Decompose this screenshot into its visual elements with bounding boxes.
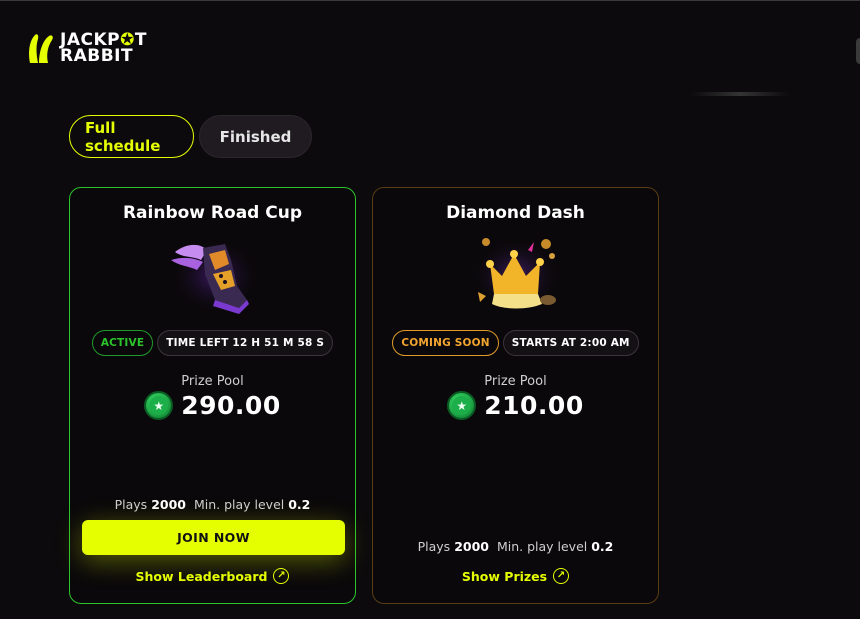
plays-info: Plays 2000 Min. play level 0.2 <box>417 539 614 554</box>
status-badge: COMING SOON <box>392 330 499 356</box>
join-now-button[interactable]: JOIN NOW <box>82 520 345 555</box>
scroll-edge-handle[interactable] <box>856 38 860 64</box>
jackpot-rabbit-logo[interactable]: JACKP✪T RABBIT <box>26 30 147 66</box>
show-leaderboard-link[interactable]: Show Leaderboard ↗ <box>70 568 355 584</box>
prize-pool-label: Prize Pool <box>181 374 244 389</box>
logo-wordmark: JACKP✪T RABBIT <box>60 30 147 66</box>
prize-pool-amount: ★ 210.00 <box>373 391 658 420</box>
show-prizes-link[interactable]: Show Prizes ↗ <box>373 568 658 584</box>
card-badges: ACTIVE TIME LEFT 12 H 51 M 58 S <box>70 330 355 356</box>
arrow-up-right-circle-icon: ↗ <box>553 568 570 584</box>
time-left-badge: TIME LEFT 12 H 51 M 58 S <box>157 330 334 356</box>
tournament-card-rainbow-road-cup: Rainbow Road Cup ACTIVE TIME LEFT 12 H 5… <box>69 187 356 604</box>
card-title: Rainbow Road Cup <box>122 203 303 223</box>
schedule-tabs: Full schedule Finished <box>69 115 312 158</box>
status-badge: ACTIVE <box>91 330 154 356</box>
link-label: Show Prizes <box>461 568 548 584</box>
prize-value: 290.00 <box>181 391 281 420</box>
header-glow <box>690 92 790 96</box>
prize-pool-label: Prize Pool <box>484 374 547 389</box>
prize-value: 210.00 <box>484 391 584 420</box>
starts-at-badge: STARTS AT 2:00 AM <box>502 330 639 356</box>
link-label: Show Leaderboard <box>135 568 268 584</box>
tournament-card-diamond-dash: Diamond Dash COMING SOON STARTS AT 2:00 … <box>372 187 659 604</box>
prize-pool-amount: ★ 290.00 <box>70 391 355 420</box>
tab-full-schedule[interactable]: Full schedule <box>69 115 194 158</box>
plays-info: Plays 2000 Min. play level 0.2 <box>114 497 311 512</box>
card-title: Diamond Dash <box>446 203 585 223</box>
tab-finished[interactable]: Finished <box>199 115 312 158</box>
arrow-up-right-circle-icon: ↗ <box>273 568 290 584</box>
golden-crown-icon <box>469 236 562 316</box>
top-border <box>0 0 860 1</box>
card-badges: COMING SOON STARTS AT 2:00 AM <box>373 330 658 356</box>
rabbit-ears-icon <box>29 34 53 63</box>
winged-sneaker-icon <box>168 236 261 316</box>
star-coin-icon: ★ <box>447 391 477 420</box>
star-coin-icon: ★ <box>144 391 174 420</box>
